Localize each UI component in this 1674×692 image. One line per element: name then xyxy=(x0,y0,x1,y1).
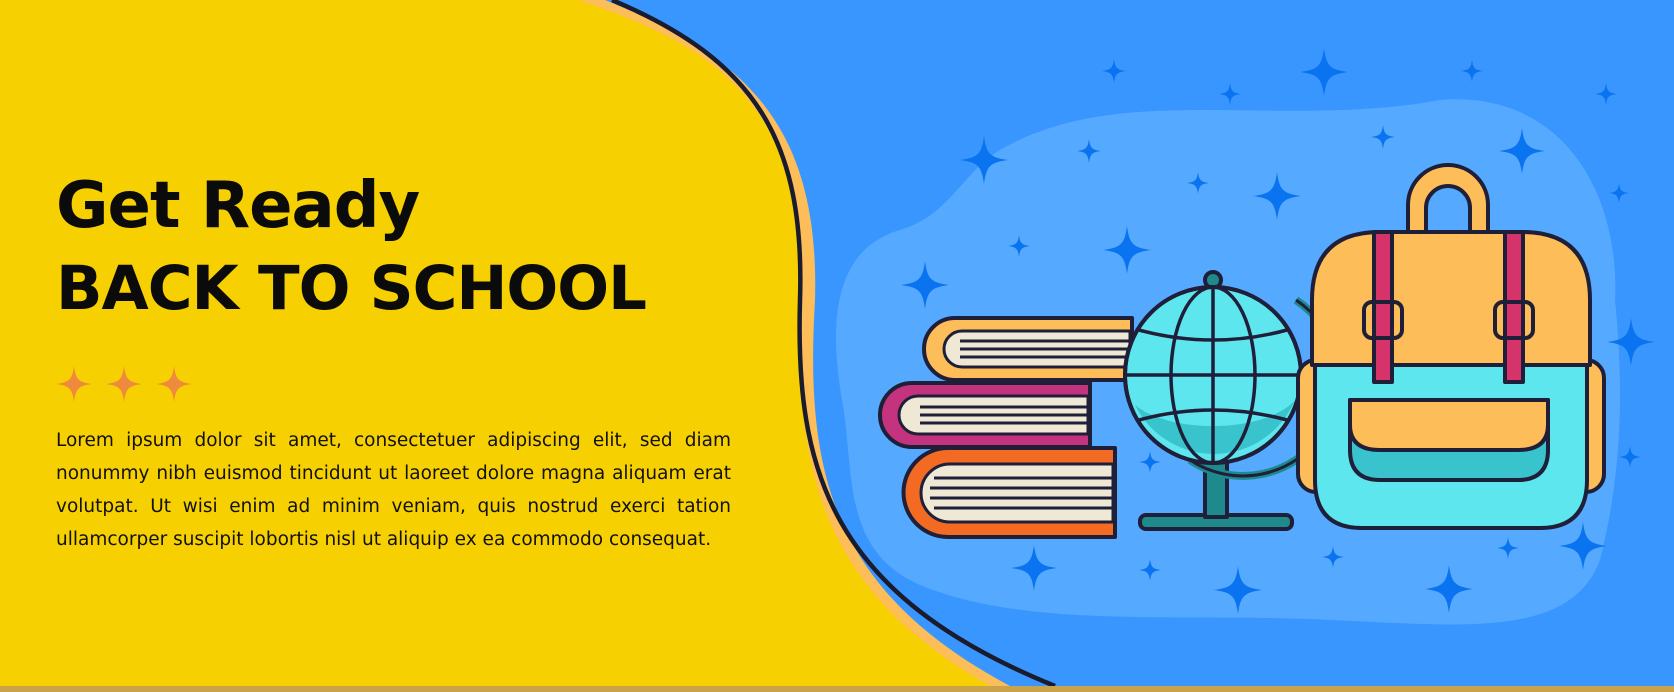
heading-line2: BACK TO SCHOOL xyxy=(56,253,647,324)
orange-stars-row xyxy=(56,366,731,402)
orange-star-icon xyxy=(56,366,92,402)
heading-line1: Get Ready xyxy=(56,169,420,243)
orange-star-icon xyxy=(156,366,192,402)
bottom-edge-strip xyxy=(0,686,1674,692)
orange-star-icon xyxy=(106,366,142,402)
back-to-school-banner: Get Ready BACK TO SCHOOL Lorem ipsum dol… xyxy=(0,0,1674,686)
banner-text-block: Get Ready BACK TO SCHOOL Lorem ipsum dol… xyxy=(56,170,731,556)
body-text: Lorem ipsum dolor sit amet, consectetuer… xyxy=(56,430,731,550)
